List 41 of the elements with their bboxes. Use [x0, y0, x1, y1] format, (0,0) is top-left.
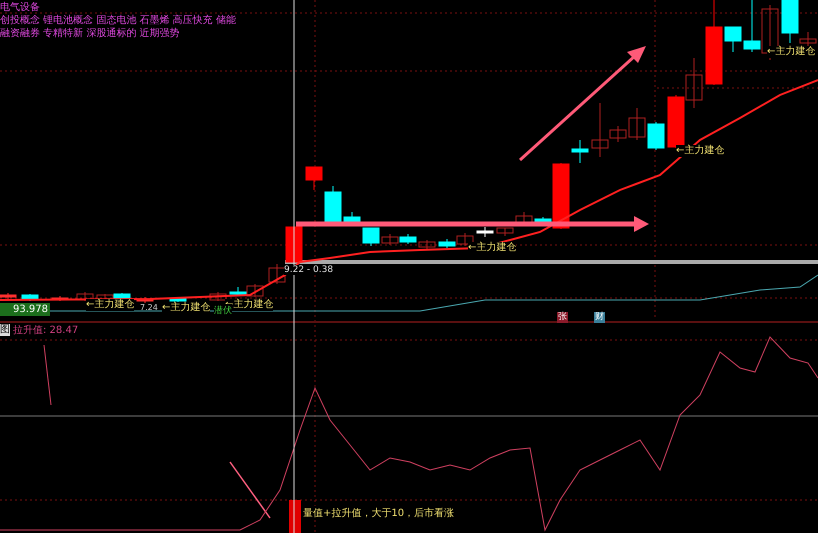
position-annotation: ←主力建仓	[767, 46, 816, 58]
range-label: 9.22 - 0.38	[284, 265, 334, 275]
candlestick	[496, 228, 514, 236]
candlestick	[668, 94, 684, 148]
candlestick	[306, 166, 322, 190]
candlestick	[724, 26, 742, 52]
candlestick	[438, 238, 456, 248]
indicator-tag[interactable]: 图	[0, 324, 10, 336]
candlestick	[476, 226, 494, 238]
event-marker[interactable]: 财	[594, 312, 605, 323]
candlestick	[572, 140, 588, 164]
position-annotation: ←主力建仓	[676, 145, 724, 157]
candlestick	[456, 232, 474, 246]
concept-text: 融资融券 专精特新 深股通标的 近期强势	[0, 28, 181, 40]
candlestick	[136, 296, 154, 304]
candlestick	[628, 108, 646, 140]
position-annotation: ←主力建仓	[468, 242, 516, 254]
concept-text: 电气设备	[0, 2, 41, 14]
candlestick	[344, 212, 360, 224]
candlestick	[418, 240, 436, 250]
signal-text: 量值+拉升值，大于10，后市看涨	[303, 506, 454, 520]
candlestick	[0, 292, 16, 300]
concept-text: 创投概念 锂电池概念 固态电池 石墨烯 高压快充 储能	[0, 15, 236, 27]
indicator-segment	[44, 344, 52, 406]
event-marker[interactable]: 张	[557, 312, 568, 323]
indicator-value: 拉升值: 28.47	[13, 324, 78, 337]
position-annotation: ←主力建仓	[162, 302, 210, 314]
candlestick	[382, 234, 398, 246]
candlestick	[22, 294, 38, 302]
price-text: 7.24	[140, 303, 158, 312]
candlestick	[210, 292, 226, 302]
position-annotation: ←主力建仓	[86, 299, 134, 311]
candlestick	[744, 0, 760, 52]
price-label: 93.978	[0, 303, 50, 316]
candlestick	[686, 58, 702, 108]
candlestick	[400, 234, 416, 244]
candlestick	[516, 212, 532, 224]
candlestick	[648, 122, 664, 150]
candlestick	[362, 228, 380, 246]
candlestick	[324, 186, 342, 224]
signal-bar	[289, 500, 301, 533]
